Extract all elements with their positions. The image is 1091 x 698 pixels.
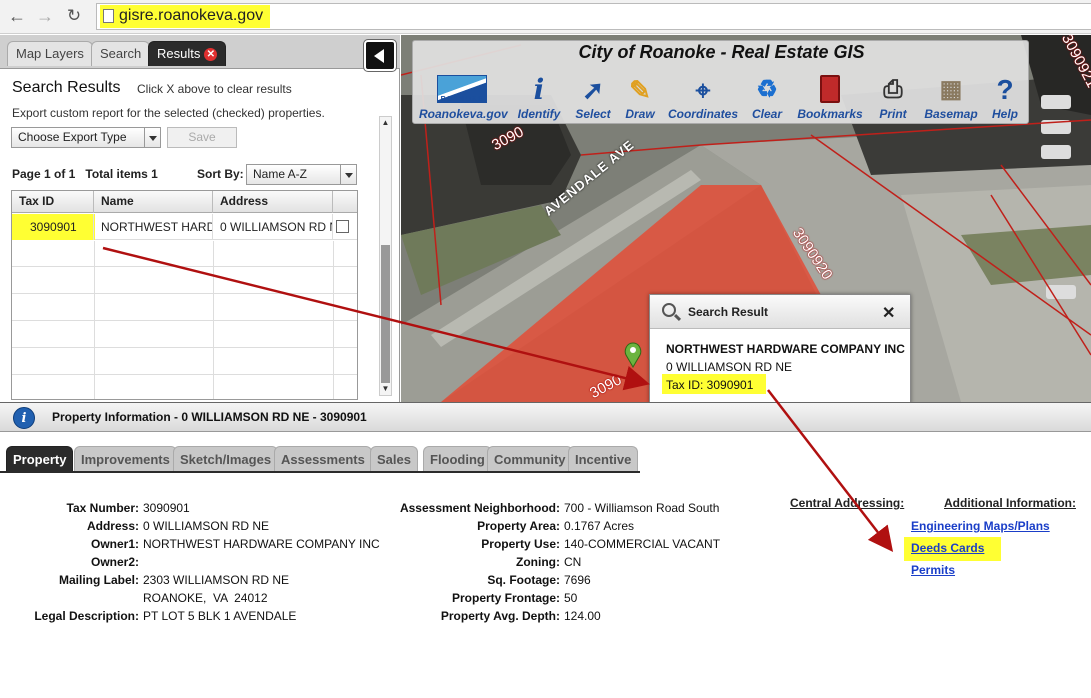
arrow-to-popup (102, 246, 650, 391)
annotation-arrows (102, 246, 894, 552)
arrow-to-deeds (767, 389, 894, 552)
